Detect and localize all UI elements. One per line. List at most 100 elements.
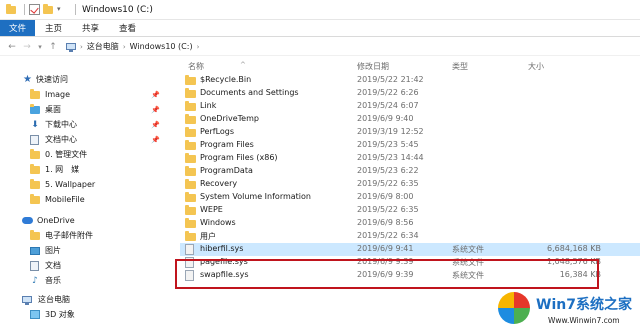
document-icon [30, 260, 39, 271]
table-row[interactable]: Documents and Settings 2019/5/22 6:26 [180, 87, 640, 100]
ribbon-tabs: 文件 主页 共享 查看 [0, 20, 640, 37]
title-bar: ▾ Windows10 (C:) [0, 0, 640, 20]
breadcrumb-this-pc[interactable]: 这台电脑 [87, 41, 119, 52]
folder-shortcut-icon [185, 87, 196, 99]
nav-item-media[interactable]: 1. 网 媒 [0, 162, 170, 177]
tab-file[interactable]: 文件 [0, 20, 36, 36]
window-title: Windows10 (C:) [82, 4, 153, 15]
recent-locations-icon[interactable]: ▾ [36, 41, 44, 53]
file-size: 6,684,168 KB [547, 244, 601, 253]
table-row[interactable]: hiberfil.sys 2019/6/9 9:41 系统文件 6,684,168 K… [180, 243, 640, 256]
nav-item-pictures[interactable]: 图片 [0, 243, 170, 258]
file-date: 2019/5/22 6:35 [357, 205, 419, 214]
folder-icon [30, 163, 40, 174]
folder-icon [30, 88, 40, 99]
file-date: 2019/6/9 9:41 [357, 244, 414, 253]
computer-icon [22, 296, 32, 305]
nav-label: 5. Wallpaper [45, 180, 96, 189]
column-name[interactable]: 名称 [188, 61, 204, 72]
properties-icon[interactable] [29, 4, 40, 15]
folder-icon [185, 178, 196, 190]
tab-share[interactable]: 共享 [72, 20, 109, 36]
computer-icon [66, 43, 76, 52]
nav-onedrive[interactable]: OneDrive [0, 213, 170, 228]
nav-item-email-attachments[interactable]: 电子邮件附件 [0, 228, 170, 243]
file-type: 系统文件 [452, 245, 484, 254]
nav-item-desktop[interactable]: 桌面 📌 [0, 102, 170, 117]
nav-item-documents[interactable]: 文档中心 📌 [0, 132, 170, 147]
pin-icon[interactable]: 📌 [151, 121, 160, 129]
pin-icon[interactable]: 📌 [151, 91, 160, 99]
file-date: 2019/6/9 8:00 [357, 192, 414, 201]
file-name: Recovery [200, 179, 238, 188]
file-date: 2019/5/22 21:42 [357, 75, 424, 84]
file-date: 2019/5/23 5:45 [357, 140, 419, 149]
folder-icon [30, 103, 40, 114]
explorer-app-icon[interactable] [6, 4, 17, 15]
folder-icon [185, 100, 196, 112]
folder-icon [185, 126, 196, 138]
nav-label: MobileFile [45, 195, 85, 204]
nav-label: 电子邮件附件 [45, 231, 93, 240]
nav-item-downloads[interactable]: ⬇ 下载中心 📌 [0, 117, 170, 132]
column-type[interactable]: 类型 [452, 61, 468, 72]
table-row[interactable]: Program Files (x86) 2019/5/23 14:44 [180, 152, 640, 165]
file-name: Documents and Settings [200, 88, 299, 97]
table-row[interactable]: $Recycle.Bin 2019/5/22 21:42 [180, 74, 640, 87]
table-row[interactable]: Link 2019/5/24 6:07 [180, 100, 640, 113]
chevron-right-icon[interactable]: › [197, 43, 200, 51]
folder-icon [185, 217, 196, 229]
nav-label: 3D 对象 [45, 310, 75, 319]
navigation-bar: ← → ▾ ↑ › 这台电脑 › Windows10 (C:) › [0, 38, 640, 56]
up-arrow-icon[interactable]: ↑ [47, 41, 59, 53]
cloud-icon [22, 217, 33, 224]
nav-item-image[interactable]: Image 📌 [0, 87, 170, 102]
file-date: 2019/5/22 6:34 [357, 231, 419, 240]
nav-item-manage[interactable]: 0. 管理文件 [0, 147, 170, 162]
nav-quick-access[interactable]: ★ 快速访问 [0, 72, 170, 87]
column-date[interactable]: 修改日期 [357, 61, 389, 72]
nav-label: OneDrive [37, 216, 75, 225]
file-date: 2019/6/9 9:40 [357, 114, 414, 123]
pin-icon[interactable]: 📌 [151, 106, 160, 114]
chevron-right-icon[interactable]: › [80, 43, 83, 51]
nav-item-wallpaper[interactable]: 5. Wallpaper [0, 177, 170, 192]
file-name: WEPE [200, 205, 223, 214]
chevron-down-icon[interactable]: ▾ [57, 4, 68, 15]
table-row[interactable]: 用户 2019/5/22 6:34 [180, 230, 640, 243]
nav-item-mobilefile[interactable]: MobileFile [0, 192, 170, 207]
file-name: OneDriveTemp [200, 114, 259, 123]
folder-icon [185, 113, 196, 125]
table-row[interactable]: WEPE 2019/5/22 6:35 [180, 204, 640, 217]
nav-this-pc[interactable]: 这台电脑 [0, 292, 170, 307]
table-row[interactable]: Recovery 2019/5/22 6:35 [180, 178, 640, 191]
table-row[interactable]: ProgramData 2019/5/23 6:22 [180, 165, 640, 178]
table-row[interactable]: Windows 2019/6/9 8:56 [180, 217, 640, 230]
nav-item-music[interactable]: ♪ 音乐 [0, 273, 170, 288]
tab-view[interactable]: 查看 [109, 20, 146, 36]
table-row[interactable]: OneDriveTemp 2019/6/9 9:40 [180, 113, 640, 126]
nav-item-3d-objects[interactable]: 3D 对象 [0, 307, 170, 322]
tab-home[interactable]: 主页 [35, 20, 72, 36]
pictures-icon [30, 246, 40, 255]
table-row[interactable]: System Volume Information 2019/6/9 8:00 [180, 191, 640, 204]
folder-icon [30, 193, 40, 204]
document-icon [30, 134, 39, 145]
pin-icon[interactable]: 📌 [151, 136, 160, 144]
new-folder-icon[interactable] [43, 4, 54, 15]
address-bar[interactable]: › 这台电脑 › Windows10 (C:) › [66, 40, 199, 54]
explorer-window: ▾ Windows10 (C:) 文件 主页 共享 查看 ← → ▾ ↑ › 这… [0, 0, 640, 336]
chevron-right-icon[interactable]: › [123, 43, 126, 51]
back-arrow-icon[interactable]: ← [6, 41, 18, 53]
windows-logo-icon [498, 292, 530, 324]
column-size[interactable]: 大小 [528, 61, 544, 72]
sort-up-icon: ^ [240, 61, 246, 69]
breadcrumb-drive[interactable]: Windows10 (C:) [130, 42, 193, 51]
folder-icon [185, 204, 196, 216]
divider [75, 4, 76, 15]
nav-item-docs[interactable]: 文档 [0, 258, 170, 273]
table-row[interactable]: PerfLogs 2019/3/19 12:52 [180, 126, 640, 139]
forward-arrow-icon[interactable]: → [21, 41, 33, 53]
table-row[interactable]: Program Files 2019/5/23 5:45 [180, 139, 640, 152]
folder-icon [185, 191, 196, 203]
